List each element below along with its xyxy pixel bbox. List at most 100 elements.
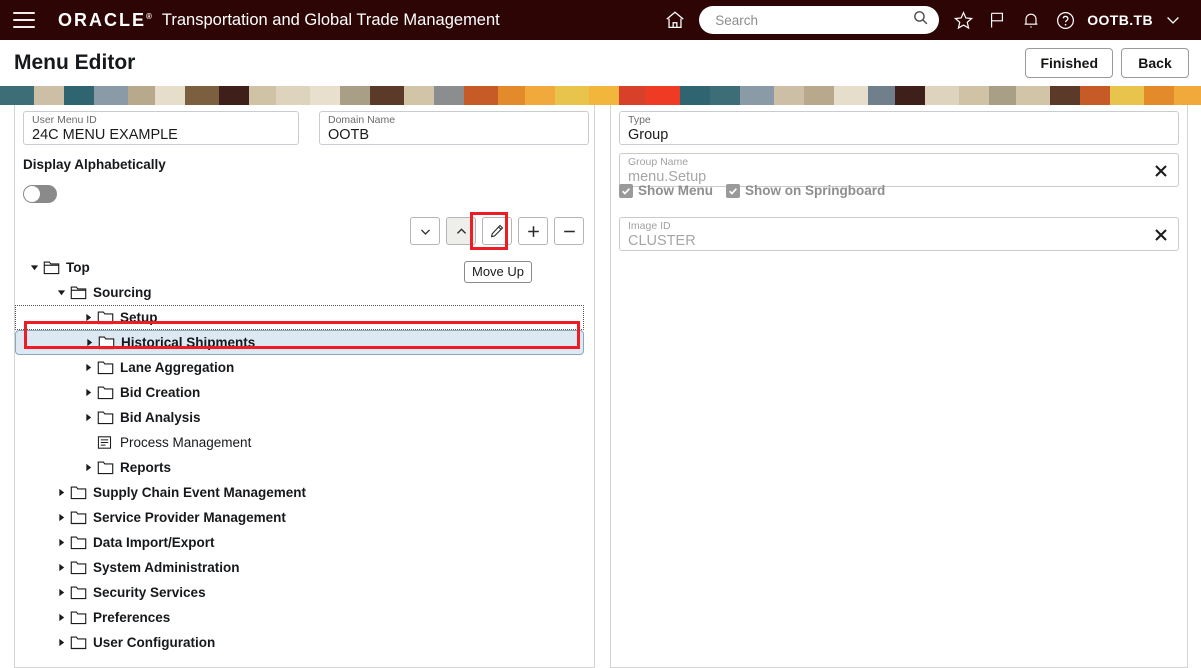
chevron-down-icon[interactable]	[1157, 4, 1189, 36]
question-circle-icon[interactable]	[1049, 4, 1081, 36]
move-up-button[interactable]	[446, 217, 476, 245]
tree-node[interactable]: Lane Aggregation	[15, 355, 594, 380]
tree-twisty-placeholder	[81, 430, 95, 455]
star-icon[interactable]	[947, 4, 979, 36]
close-icon[interactable]	[1152, 226, 1170, 244]
tree-node-label: Sourcing	[93, 285, 152, 300]
banner-stripe	[1080, 86, 1110, 105]
banner-stripe	[404, 86, 434, 105]
tree-node-label: Security Services	[93, 585, 206, 600]
tree-expand-arrow-down-icon[interactable]	[27, 255, 41, 280]
type-field[interactable]: Type Group	[619, 111, 1179, 145]
remove-button[interactable]	[554, 217, 584, 245]
folder-open-icon	[68, 280, 88, 305]
banner-stripes	[0, 86, 1201, 105]
tree-expand-arrow-right-icon[interactable]	[54, 505, 68, 530]
user-menu-id-field[interactable]: User Menu ID 24C MENU EXAMPLE	[23, 111, 299, 145]
tree-node-label: Reports	[120, 460, 172, 475]
tree-node[interactable]: Bid Analysis	[15, 405, 594, 430]
close-icon[interactable]	[1152, 162, 1170, 180]
search-input[interactable]	[713, 11, 913, 29]
display-alphabetically-toggle[interactable]	[23, 185, 57, 203]
tree-node[interactable]: Preferences	[15, 605, 594, 630]
tree-expand-arrow-right-icon[interactable]	[81, 355, 95, 380]
tree-expand-arrow-right-icon[interactable]	[81, 405, 95, 430]
tree-node[interactable]: Service Provider Management	[15, 505, 594, 530]
show-menu-checkbox[interactable]	[619, 183, 633, 198]
folder-icon	[95, 405, 115, 430]
node-detail-pane: Type Group Group Name menu.Setup Show Me…	[610, 105, 1188, 668]
tree-expand-arrow-right-icon[interactable]	[54, 580, 68, 605]
tree-expand-arrow-right-icon[interactable]	[54, 555, 68, 580]
tree-expand-arrow-right-icon[interactable]	[82, 330, 96, 355]
tree-node[interactable]: Setup	[15, 305, 584, 330]
folder-open-icon	[41, 255, 61, 280]
add-button[interactable]	[518, 217, 548, 245]
banner-stripe	[155, 86, 185, 105]
tree-node[interactable]: Historical Shipments	[15, 330, 584, 355]
flag-icon[interactable]	[981, 4, 1013, 36]
banner-stripe	[989, 86, 1016, 105]
folder-icon	[95, 380, 115, 405]
folder-icon	[68, 605, 88, 630]
banner-stripe	[128, 86, 155, 105]
hamburger-icon[interactable]	[0, 0, 46, 40]
page-header: Menu Editor Finished Back	[0, 40, 1201, 86]
banner-stripe	[589, 86, 619, 105]
tree-expand-arrow-right-icon[interactable]	[54, 630, 68, 655]
bell-icon[interactable]	[1015, 4, 1047, 36]
group-name-field[interactable]: Group Name menu.Setup	[619, 153, 1179, 187]
tree-node-label: Setup	[120, 310, 158, 325]
home-icon[interactable]	[659, 4, 691, 36]
show-on-springboard-checkbox[interactable]	[726, 183, 740, 198]
app-title: Transportation and Global Trade Manageme…	[161, 10, 500, 29]
tree-node[interactable]: Supply Chain Event Management	[15, 480, 594, 505]
tree-node[interactable]: Data Import/Export	[15, 530, 594, 555]
tree-expand-arrow-right-icon[interactable]	[54, 605, 68, 630]
banner-stripe	[1016, 86, 1050, 105]
banner-stripe	[680, 86, 710, 105]
banner-stripe	[959, 86, 989, 105]
domain-name-field[interactable]: Domain Name OOTB	[319, 111, 589, 145]
tree-expand-arrow-down-icon[interactable]	[54, 280, 68, 305]
banner-stripe	[434, 86, 464, 105]
search-box[interactable]	[699, 6, 940, 34]
tree-node[interactable]: Top	[15, 255, 594, 280]
tree-expand-arrow-right-icon[interactable]	[81, 455, 95, 480]
tree-expand-arrow-right-icon[interactable]	[81, 380, 95, 405]
search-icon[interactable]	[912, 9, 929, 31]
image-id-field[interactable]: Image ID CLUSTER	[619, 217, 1179, 251]
banner-stripe	[185, 86, 219, 105]
tree-expand-arrow-right-icon[interactable]	[54, 480, 68, 505]
banner-stripe	[370, 86, 404, 105]
tree-node[interactable]: Bid Creation	[15, 380, 594, 405]
edit-button[interactable]	[482, 217, 512, 245]
tree-node[interactable]: Security Services	[15, 580, 594, 605]
pencil-icon	[489, 223, 505, 239]
tree-node[interactable]: Reports	[15, 455, 594, 480]
tree-node[interactable]: Sourcing	[15, 280, 594, 305]
folder-icon	[95, 305, 115, 330]
tree-expand-arrow-right-icon[interactable]	[81, 305, 95, 330]
banner-stripe	[740, 86, 774, 105]
domain-name-label: Domain Name	[328, 114, 396, 126]
banner-stripe	[34, 86, 64, 105]
show-menu-label: Show Menu	[638, 183, 713, 198]
banner-stripe	[555, 86, 589, 105]
user-menu-label[interactable]: OOTB.TB	[1087, 12, 1153, 28]
tree-node-label: Preferences	[93, 610, 171, 625]
tree-expand-arrow-right-icon[interactable]	[54, 530, 68, 555]
banner-stripe	[0, 86, 34, 105]
move-down-button[interactable]	[410, 217, 440, 245]
back-button[interactable]: Back	[1121, 48, 1189, 78]
chevron-down-icon	[418, 224, 433, 239]
oracle-logo: ORACLE®	[58, 10, 152, 31]
finished-button[interactable]: Finished	[1025, 48, 1113, 78]
type-label: Type	[628, 114, 651, 126]
menu-structure-pane: User Menu ID 24C MENU EXAMPLE Domain Nam…	[14, 105, 595, 668]
tree-node[interactable]: User Configuration	[15, 630, 594, 655]
tree-node[interactable]: System Administration	[15, 555, 594, 580]
tree-node[interactable]: Process Management	[15, 430, 594, 455]
chevron-up-icon	[454, 224, 469, 239]
folder-icon	[68, 555, 88, 580]
